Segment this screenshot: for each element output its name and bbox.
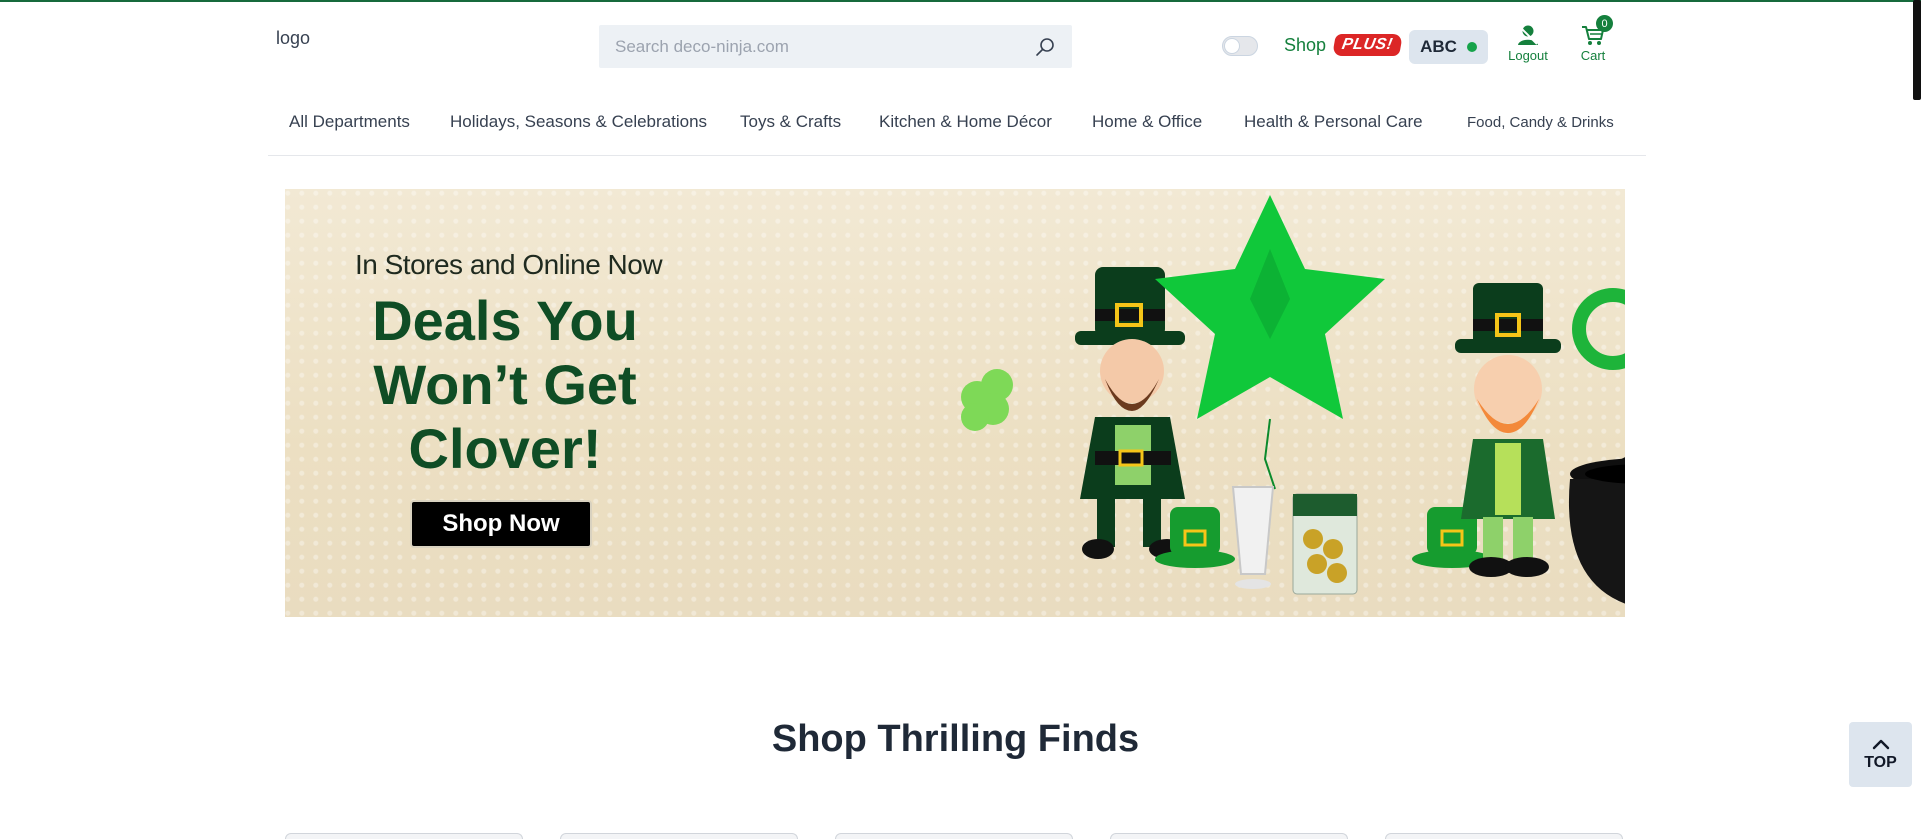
nav-item-health-personal-care[interactable]: Health & Personal Care — [1244, 112, 1423, 132]
back-to-top-button[interactable]: TOP — [1849, 722, 1912, 787]
nav-item-toys-crafts[interactable]: Toys & Crafts — [740, 112, 841, 132]
plastic-glass — [1231, 486, 1275, 589]
hero-product-artwork — [961, 195, 1625, 604]
account-badge[interactable]: ABC — [1409, 30, 1488, 64]
hero-title: Deals You Won’t Get Clover! — [372, 289, 638, 480]
cart-label: Cart — [1580, 48, 1606, 63]
product-card[interactable] — [560, 833, 798, 839]
shop-plus-link[interactable]: Shop PLUS! — [1284, 34, 1403, 56]
nav-item-food-candy-drinks[interactable]: Food, Candy & Drinks — [1467, 114, 1614, 131]
star-balloon — [1155, 195, 1385, 490]
leprechaun-figure — [1075, 267, 1185, 559]
nav-item-kitchen-home-decor[interactable]: Kitchen & Home Décor — [879, 112, 1052, 132]
site-logo[interactable]: logo — [276, 28, 310, 49]
department-nav: All Departments Holidays, Seasons & Cele… — [268, 112, 1646, 134]
theme-toggle[interactable] — [1222, 36, 1258, 56]
section-title: Shop Thrilling Finds — [771, 718, 1140, 760]
black-cauldron — [1569, 457, 1625, 604]
cart-button[interactable]: 0 Cart — [1573, 15, 1613, 63]
clover-icon — [961, 369, 1013, 431]
nav-item-holidays[interactable]: Holidays, Seasons & Celebrations — [450, 112, 707, 132]
search-icon[interactable] — [1034, 36, 1056, 58]
user-icon — [1518, 25, 1538, 45]
chevron-up-icon — [1872, 739, 1889, 749]
online-status-dot — [1466, 42, 1477, 52]
product-card[interactable] — [285, 833, 523, 839]
nav-item-all-departments[interactable]: All Departments — [289, 112, 410, 132]
nav-item-home-office[interactable]: Home & Office — [1092, 112, 1202, 132]
product-cards-row — [285, 833, 1625, 839]
shop-label: Shop — [1284, 34, 1327, 55]
account-label: ABC — [1420, 37, 1457, 56]
plus-badge: PLUS! — [1332, 34, 1403, 56]
page-scrollbar[interactable] — [1913, 0, 1921, 100]
search-input[interactable] — [615, 36, 1034, 57]
product-card[interactable] — [1385, 833, 1623, 839]
product-card[interactable] — [1110, 833, 1348, 839]
logout-label: Logout — [1508, 48, 1548, 63]
logout-button[interactable]: Logout — [1502, 22, 1554, 63]
tinsel-shamrock — [1572, 288, 1625, 370]
cart-count-badge: 0 — [1596, 15, 1613, 32]
search-bar — [599, 25, 1072, 68]
site-header: logo Shop PLUS! ABC Logout 0 Cart All De… — [268, 0, 1646, 156]
hero-banner[interactable]: In Stores and Online Now Deals You Won’t… — [285, 189, 1625, 617]
hero-pre-title: In Stores and Online Now — [355, 249, 663, 280]
toggle-knob — [1225, 39, 1239, 53]
back-to-top-label: TOP — [1864, 753, 1897, 771]
product-card[interactable] — [835, 833, 1073, 839]
shop-now-button[interactable]: Shop Now — [410, 500, 592, 548]
gold-coins-pack — [1292, 493, 1358, 595]
